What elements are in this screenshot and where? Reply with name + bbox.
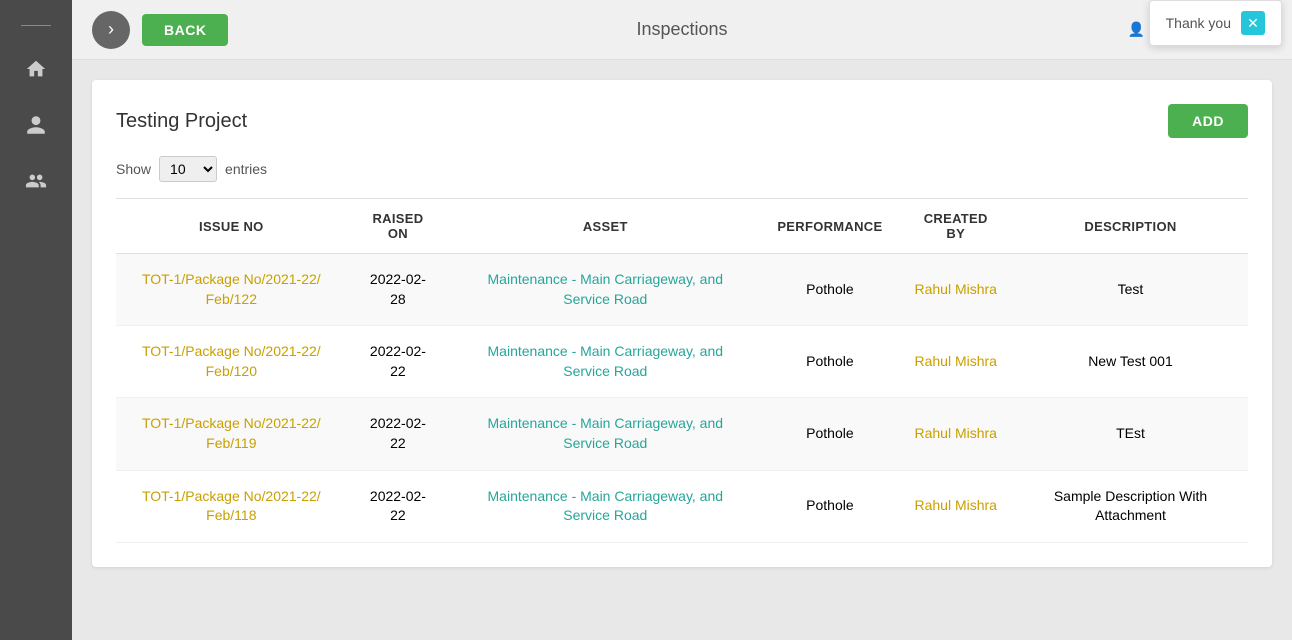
nav-forward-button[interactable]: › — [92, 11, 130, 49]
table-row: TOT-1/​Package No/​2021-22/​Feb/​120 202… — [116, 326, 1248, 398]
cell-description: TEst — [1013, 398, 1248, 470]
cell-performance: Pothole — [761, 398, 898, 470]
cell-asset[interactable]: Maintenance - Main Carriageway, and Serv… — [449, 254, 761, 326]
cell-created-by[interactable]: Rahul Mishra — [898, 254, 1013, 326]
group-icon[interactable] — [18, 163, 54, 199]
user-avatar-icon: 👤 — [1128, 21, 1145, 38]
created-by-link[interactable]: Rahul Mishra — [914, 425, 996, 441]
entries-label: entries — [225, 161, 267, 177]
cell-asset[interactable]: Maintenance - Main Carriageway, and Serv… — [449, 470, 761, 542]
back-button[interactable]: BACK — [142, 14, 228, 46]
table-row: TOT-1/​Package No/​2021-22/​Feb/​118 202… — [116, 470, 1248, 542]
main-area: Thank you ✕ › BACK Inspections 👤 RAHUL M… — [72, 0, 1292, 640]
col-raised-on: RAISED ON — [347, 199, 450, 254]
card-header: Testing Project ADD — [116, 104, 1248, 138]
notification-message: Thank you — [1166, 15, 1231, 31]
card-title: Testing Project — [116, 110, 247, 133]
issue-no-link[interactable]: TOT-1/​Package No/​2021-22/​Feb/​118 — [142, 488, 321, 524]
show-entries-control: Show 10 25 50 100 entries — [116, 156, 1248, 182]
cell-raised-on: 2022-02-22 — [347, 398, 450, 470]
col-issue-no: ISSUE NO — [116, 199, 347, 254]
created-by-link[interactable]: Rahul Mishra — [914, 353, 996, 369]
cell-performance: Pothole — [761, 254, 898, 326]
cell-description: Sample Description With Attachment — [1013, 470, 1248, 542]
notification-close-button[interactable]: ✕ — [1241, 11, 1265, 35]
entries-select[interactable]: 10 25 50 100 — [159, 156, 217, 182]
inspections-table: ISSUE NO RAISED ON ASSET PERFORMANCE CRE… — [116, 198, 1248, 543]
cell-performance: Pothole — [761, 326, 898, 398]
issue-no-link[interactable]: TOT-1/​Package No/​2021-22/​Feb/​120 — [142, 343, 321, 379]
sidebar-divider — [21, 25, 51, 26]
cell-performance: Pothole — [761, 470, 898, 542]
cell-created-by[interactable]: Rahul Mishra — [898, 470, 1013, 542]
asset-link[interactable]: Maintenance - Main Carriageway, and Serv… — [488, 415, 724, 451]
add-button[interactable]: ADD — [1168, 104, 1248, 138]
col-created-by: CREATED BY — [898, 199, 1013, 254]
topbar: Thank you ✕ › BACK Inspections 👤 RAHUL M… — [72, 0, 1292, 60]
cell-raised-on: 2022-02-22 — [347, 470, 450, 542]
person-icon[interactable] — [18, 107, 54, 143]
cell-raised-on: 2022-02-28 — [347, 254, 450, 326]
issue-no-link[interactable]: TOT-1/​Package No/​2021-22/​Feb/​119 — [142, 415, 321, 451]
asset-link[interactable]: Maintenance - Main Carriageway, and Serv… — [488, 343, 724, 379]
created-by-link[interactable]: Rahul Mishra — [914, 497, 996, 513]
cell-description: Test — [1013, 254, 1248, 326]
sidebar — [0, 0, 72, 640]
asset-link[interactable]: Maintenance - Main Carriageway, and Serv… — [488, 488, 724, 524]
col-performance: PERFORMANCE — [761, 199, 898, 254]
show-label: Show — [116, 161, 151, 177]
cell-asset[interactable]: Maintenance - Main Carriageway, and Serv… — [449, 398, 761, 470]
cell-issue-no[interactable]: TOT-1/​Package No/​2021-22/​Feb/​120 — [116, 326, 347, 398]
notification-popup: Thank you ✕ — [1149, 0, 1282, 46]
content-area: Testing Project ADD Show 10 25 50 100 en… — [72, 60, 1292, 640]
cell-created-by[interactable]: Rahul Mishra — [898, 398, 1013, 470]
col-asset: ASSET — [449, 199, 761, 254]
cell-issue-no[interactable]: TOT-1/​Package No/​2021-22/​Feb/​119 — [116, 398, 347, 470]
cell-raised-on: 2022-02-22 — [347, 326, 450, 398]
cell-created-by[interactable]: Rahul Mishra — [898, 326, 1013, 398]
cell-issue-no[interactable]: TOT-1/​Package No/​2021-22/​Feb/​122 — [116, 254, 347, 326]
asset-link[interactable]: Maintenance - Main Carriageway, and Serv… — [488, 271, 724, 307]
table-row: TOT-1/​Package No/​2021-22/​Feb/​119 202… — [116, 398, 1248, 470]
cell-asset[interactable]: Maintenance - Main Carriageway, and Serv… — [449, 326, 761, 398]
cell-issue-no[interactable]: TOT-1/​Package No/​2021-22/​Feb/​118 — [116, 470, 347, 542]
table-header-row: ISSUE NO RAISED ON ASSET PERFORMANCE CRE… — [116, 199, 1248, 254]
issue-no-link[interactable]: TOT-1/​Package No/​2021-22/​Feb/​122 — [142, 271, 321, 307]
cell-description: New Test 001 — [1013, 326, 1248, 398]
home-icon[interactable] — [18, 51, 54, 87]
topbar-left: › BACK — [92, 11, 228, 49]
page-title: Inspections — [636, 19, 727, 40]
table-row: TOT-1/​Package No/​2021-22/​Feb/​122 202… — [116, 254, 1248, 326]
col-description: DESCRIPTION — [1013, 199, 1248, 254]
inspections-card: Testing Project ADD Show 10 25 50 100 en… — [92, 80, 1272, 567]
created-by-link[interactable]: Rahul Mishra — [914, 281, 996, 297]
